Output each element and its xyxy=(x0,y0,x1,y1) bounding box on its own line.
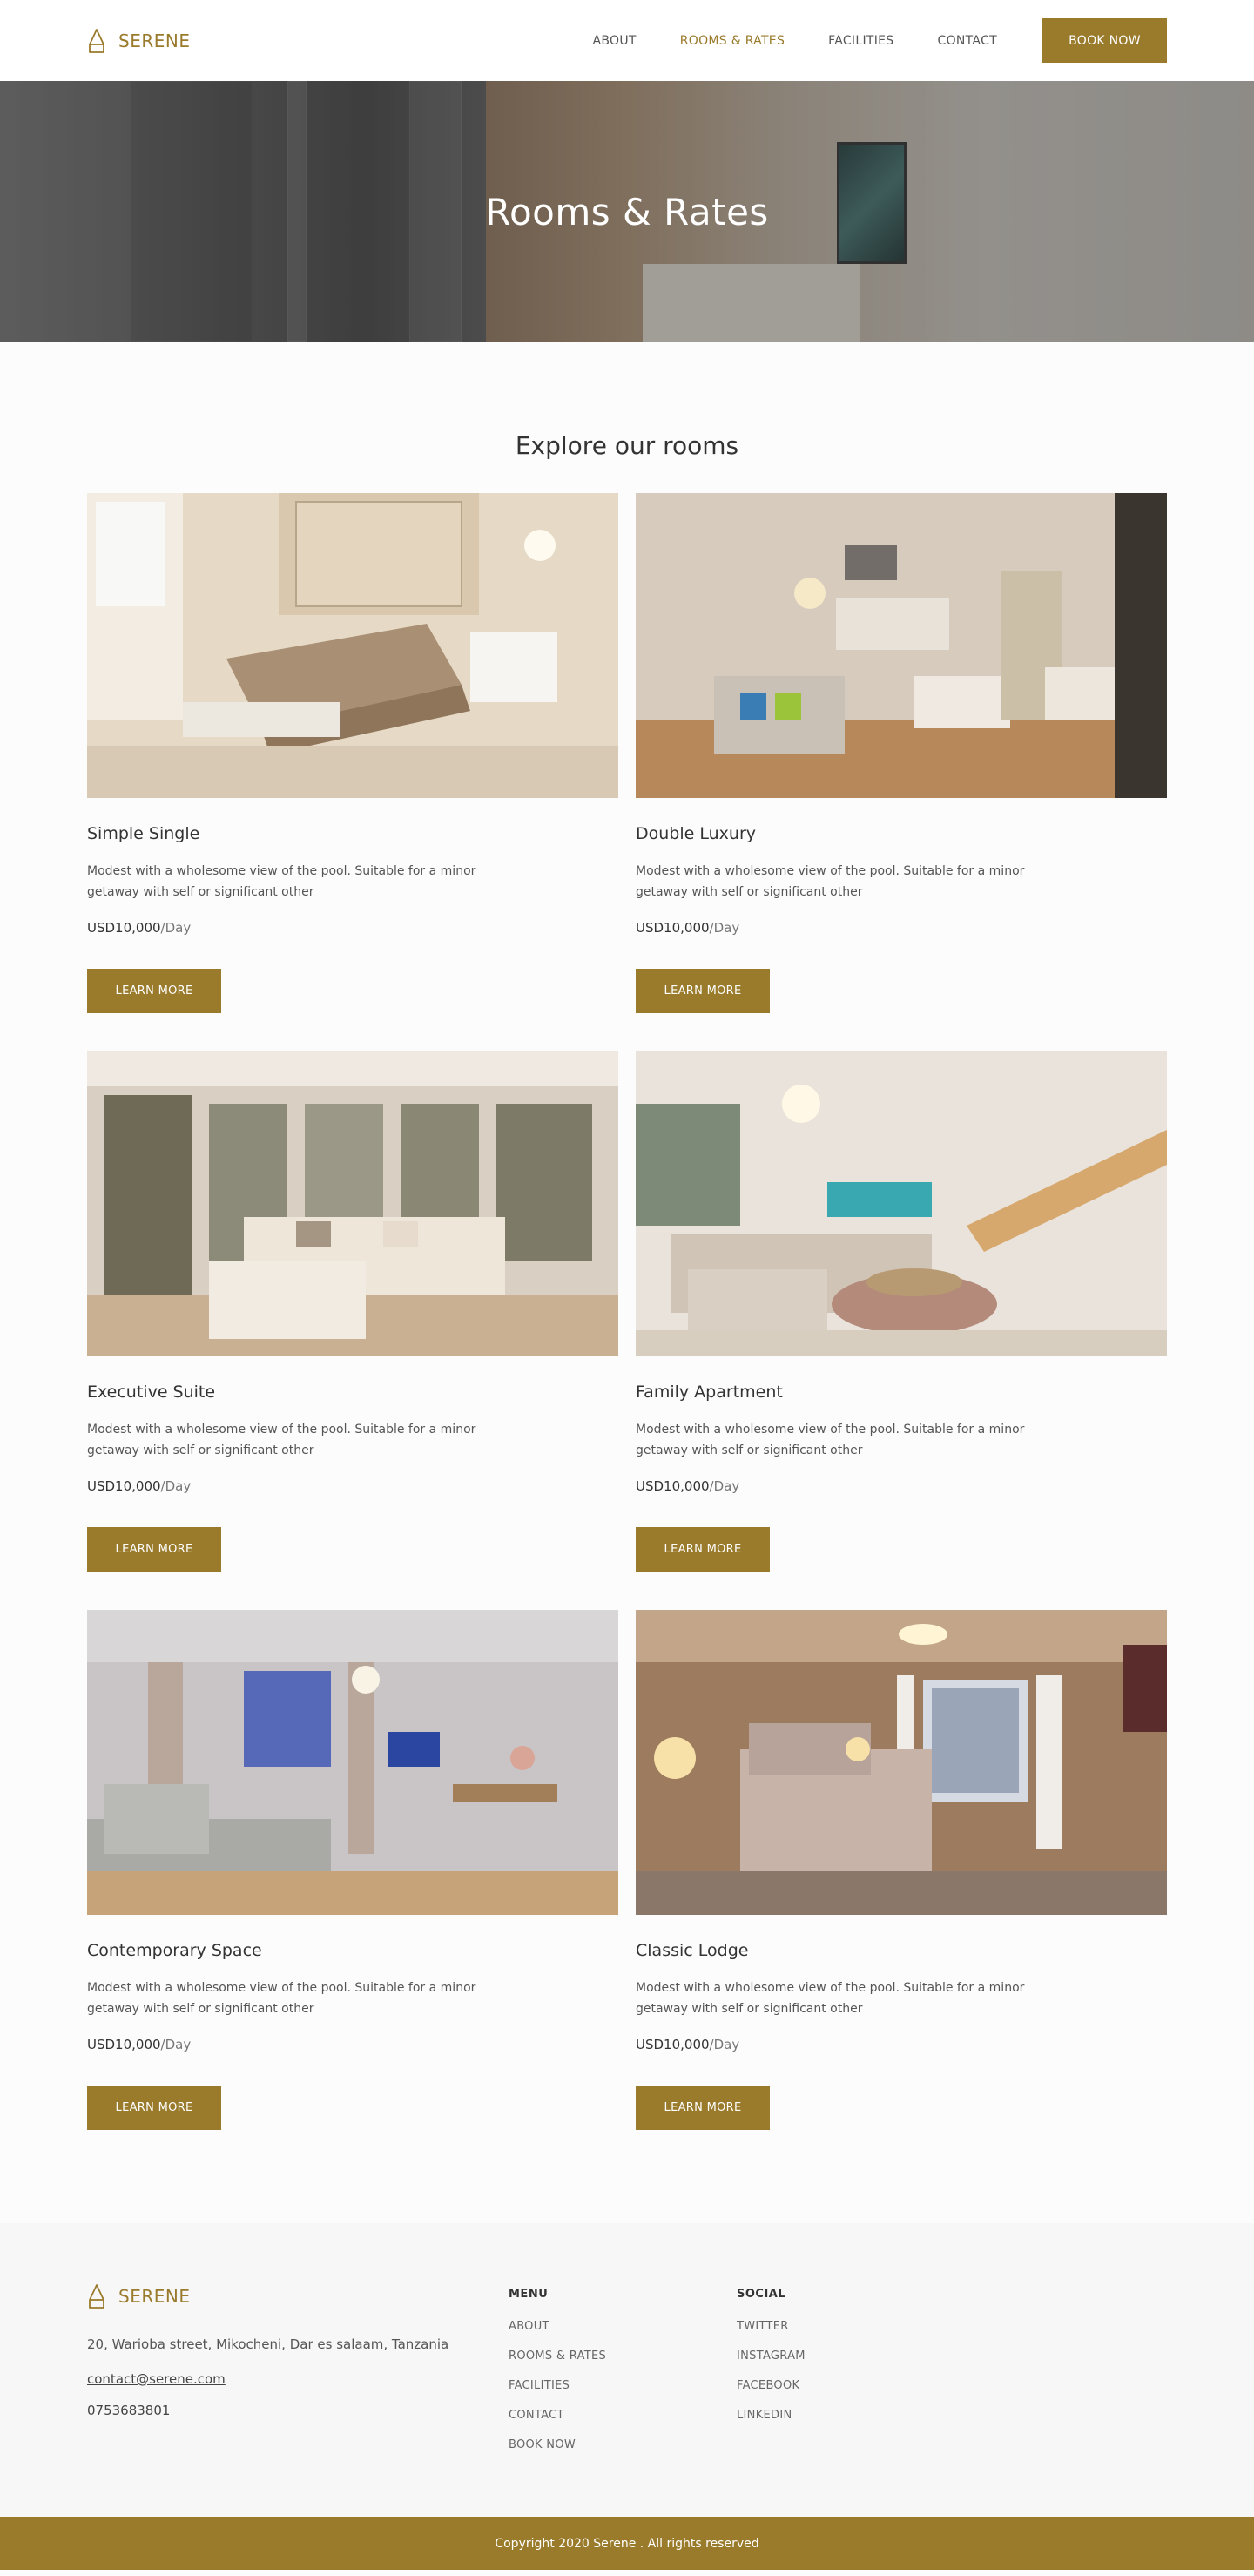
room-card: Double Luxury Modest with a wholesome vi… xyxy=(636,493,1167,1017)
price-unit: /Day xyxy=(709,920,740,936)
room-price: USD10,000/Day xyxy=(636,2037,1167,2054)
room-image xyxy=(636,1051,1167,1356)
hero-banner: Rooms & Rates xyxy=(0,81,1254,342)
price-unit: /Day xyxy=(160,920,192,936)
room-name: Simple Single xyxy=(87,824,200,843)
footer-link-facilities[interactable]: FACILITIES xyxy=(509,2379,606,2392)
footer-link-about[interactable]: ABOUT xyxy=(509,2320,606,2333)
nav-contact[interactable]: CONTACT xyxy=(938,34,998,48)
room-price: USD10,000/Day xyxy=(636,920,1167,937)
section-title: Explore our rooms xyxy=(515,431,739,460)
room-description: Modest with a wholesome view of the pool… xyxy=(636,864,1025,899)
price-amount: USD10,000 xyxy=(636,920,710,936)
room-card: Executive Suite Modest with a wholesome … xyxy=(87,1051,618,1575)
room-card: Simple Single Modest with a wholesome vi… xyxy=(87,493,618,1017)
room-description: Modest with a wholesome view of the pool… xyxy=(87,1981,476,2016)
footer-link-rooms-rates[interactable]: ROOMS & RATES xyxy=(509,2350,606,2363)
learn-more-button[interactable]: LEARN MORE xyxy=(87,969,221,1013)
logo[interactable]: SERENE xyxy=(87,28,191,53)
copyright-text: Copyright 2020 Serene . All rights reser… xyxy=(495,2536,759,2551)
copyright-bar: Copyright 2020 Serene . All rights reser… xyxy=(0,2517,1254,2570)
room-name: Executive Suite xyxy=(87,1383,216,1402)
room-image xyxy=(636,1610,1167,1915)
room-name: Double Luxury xyxy=(636,824,757,843)
price-amount: USD10,000 xyxy=(87,920,161,936)
nav-rooms-rates[interactable]: ROOMS & RATES xyxy=(680,34,785,48)
page-title: Rooms & Rates xyxy=(485,190,769,233)
price-amount: USD10,000 xyxy=(636,2037,710,2052)
room-card: Classic Lodge Modest with a wholesome vi… xyxy=(636,1610,1167,2133)
room-card: Family Apartment Modest with a wholesome… xyxy=(636,1051,1167,1575)
footer-social-title: SOCIAL xyxy=(737,2288,786,2301)
house-triangle-icon xyxy=(89,28,104,53)
room-image xyxy=(87,1051,618,1356)
footer-link-twitter[interactable]: TWITTER xyxy=(737,2320,806,2333)
site-header: SERENE ABOUT ROOMS & RATES FACILITIES CO… xyxy=(0,0,1254,81)
footer-menu-title: MENU xyxy=(509,2288,549,2301)
learn-more-button[interactable]: LEARN MORE xyxy=(636,969,770,1013)
room-image xyxy=(636,493,1167,798)
price-amount: USD10,000 xyxy=(87,2037,161,2052)
price-unit: /Day xyxy=(709,2037,740,2052)
room-description: Modest with a wholesome view of the pool… xyxy=(636,1981,1025,2016)
room-name: Classic Lodge xyxy=(636,1941,749,1960)
nav-about[interactable]: ABOUT xyxy=(592,34,636,48)
learn-more-button[interactable]: LEARN MORE xyxy=(87,1527,221,1572)
footer-link-linkedin[interactable]: LINKEDIN xyxy=(737,2409,806,2422)
price-amount: USD10,000 xyxy=(636,1478,710,1494)
room-image xyxy=(87,1610,618,1915)
logo-text: SERENE xyxy=(118,30,191,51)
main-nav: ABOUT ROOMS & RATES FACILITIES CONTACT B… xyxy=(549,18,1167,63)
room-price: USD10,000/Day xyxy=(636,1478,1167,1496)
footer-link-facebook[interactable]: FACEBOOK xyxy=(737,2379,806,2392)
footer-address: 20, Warioba street, Mikocheni, Dar es sa… xyxy=(87,2336,449,2352)
room-description: Modest with a wholesome view of the pool… xyxy=(87,864,476,899)
room-price: USD10,000/Day xyxy=(87,2037,618,2054)
learn-more-button[interactable]: LEARN MORE xyxy=(636,1527,770,1572)
room-name: Family Apartment xyxy=(636,1383,783,1402)
room-description: Modest with a wholesome view of the pool… xyxy=(636,1423,1025,1457)
room-card: Contemporary Space Modest with a wholeso… xyxy=(87,1610,618,2133)
footer-link-book-now[interactable]: BOOK NOW xyxy=(509,2438,606,2451)
price-unit: /Day xyxy=(160,1478,192,1494)
learn-more-button[interactable]: LEARN MORE xyxy=(87,2086,221,2130)
footer-link-contact[interactable]: CONTACT xyxy=(509,2409,606,2422)
room-description: Modest with a wholesome view of the pool… xyxy=(87,1423,476,1457)
rooms-grid: Simple Single Modest with a wholesome vi… xyxy=(87,493,1167,2133)
rooms-section: Explore our rooms Simple Single Modest w… xyxy=(0,429,1254,2133)
room-image xyxy=(87,493,618,798)
footer-social: SOCIAL TWITTER INSTAGRAM FACEBOOK LINKED… xyxy=(737,2288,806,2422)
house-triangle-icon xyxy=(89,2284,104,2309)
footer-email-link[interactable]: contact@serene.com xyxy=(87,2371,448,2387)
footer-logo[interactable]: SERENE xyxy=(87,2284,448,2309)
footer-phone: 0753683801 xyxy=(87,2403,171,2418)
room-name: Contemporary Space xyxy=(87,1941,262,1960)
book-now-button[interactable]: BOOK NOW xyxy=(1042,18,1167,63)
footer-brand: SERENE 20, Warioba street, Mikocheni, Da… xyxy=(87,2284,448,2418)
price-unit: /Day xyxy=(160,2037,192,2052)
room-price: USD10,000/Day xyxy=(87,1478,618,1496)
nav-facilities[interactable]: FACILITIES xyxy=(828,34,893,48)
price-amount: USD10,000 xyxy=(87,1478,161,1494)
footer-link-instagram[interactable]: INSTAGRAM xyxy=(737,2350,806,2363)
footer-logo-text: SERENE xyxy=(118,2286,191,2307)
footer-menu: MENU ABOUT ROOMS & RATES FACILITIES CONT… xyxy=(509,2288,606,2451)
price-unit: /Day xyxy=(709,1478,740,1494)
learn-more-button[interactable]: LEARN MORE xyxy=(636,2086,770,2130)
site-footer: SERENE 20, Warioba street, Mikocheni, Da… xyxy=(0,2223,1254,2517)
room-price: USD10,000/Day xyxy=(87,920,618,937)
